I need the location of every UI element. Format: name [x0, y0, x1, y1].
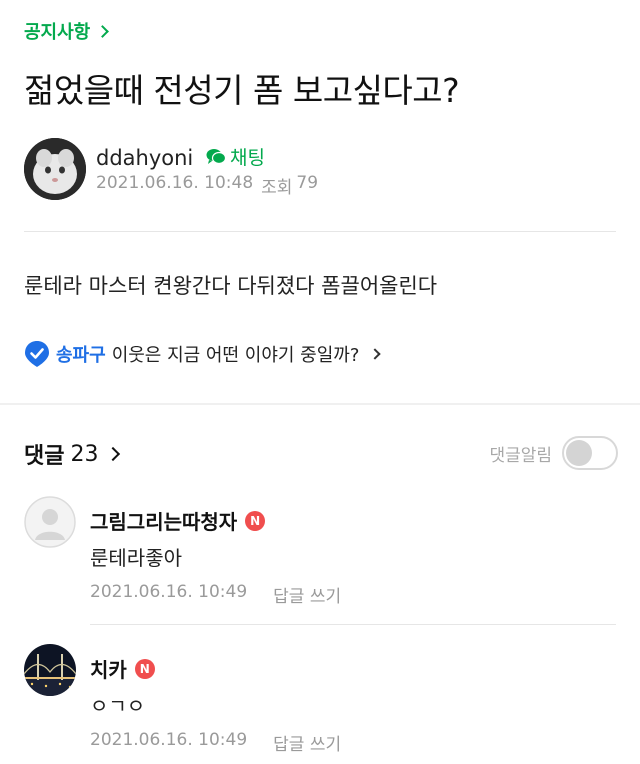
cat-avatar-image	[24, 138, 86, 200]
verified-location-icon	[25, 341, 49, 367]
new-badge: N	[245, 510, 266, 531]
reply-button[interactable]: 답글 쓰기	[273, 730, 341, 755]
post-body: 룬테라 마스터 켠왕간다 다뒤졌다 폼끌어올린다	[24, 274, 438, 298]
new-badge: N	[134, 658, 155, 679]
comment-item: 그림그리는따청자 N 룬테라좋아 2021.06.16. 10:49 답글 쓰기	[24, 496, 616, 616]
author-avatar[interactable]	[24, 138, 86, 200]
comment-date: 2021.06.16. 10:49	[90, 582, 248, 602]
views-label: 조회	[261, 178, 293, 198]
comment-author[interactable]: 치카	[90, 654, 127, 683]
chevron-right-icon	[106, 446, 121, 462]
comment-date: 2021.06.16. 10:49	[90, 730, 248, 750]
author-avatar[interactable]	[24, 644, 76, 696]
comment-author-row: 치카 N	[90, 654, 155, 683]
comment-text: ㅇㄱㅇ	[90, 694, 146, 718]
comment-divider	[90, 624, 616, 625]
author-name[interactable]: ddahyoni	[96, 146, 193, 170]
comment-author-row: 그림그리는따청자 N	[90, 506, 266, 535]
toggle-knob	[566, 440, 592, 466]
neighbor-location: 송파구	[56, 345, 106, 366]
chevron-right-icon	[96, 25, 110, 38]
chat-label: 채팅	[230, 147, 265, 169]
category-label: 공지사항	[24, 22, 91, 43]
default-avatar[interactable]	[24, 496, 76, 548]
comment-item: 치카 N ㅇㄱㅇ 2021.06.16. 10:49 답글 쓰기	[24, 644, 616, 764]
chat-bubble-icon	[206, 148, 226, 164]
comment-author[interactable]: 그림그리는따청자	[90, 506, 237, 535]
section-divider	[0, 403, 640, 405]
chevron-right-icon	[369, 348, 382, 360]
reply-button[interactable]: 답글 쓰기	[273, 582, 341, 607]
comment-text: 룬테라좋아	[90, 546, 182, 570]
comment-meta: 2021.06.16. 10:49 답글 쓰기	[90, 582, 341, 607]
comment-notify: 댓글알림	[489, 436, 618, 470]
comments-label: 댓글	[24, 444, 65, 469]
comments-header-link[interactable]: 댓글 23	[24, 438, 121, 470]
night-bridge-avatar-image	[24, 644, 76, 696]
neighbor-question: 이웃은 지금 어떤 이야기 중일까?	[111, 345, 360, 366]
notify-toggle[interactable]	[562, 436, 618, 470]
notify-label: 댓글알림	[489, 445, 552, 466]
comments-count: 23	[70, 441, 99, 467]
post-title: 젊었을때 전성기 폼 보고싶다고?	[24, 71, 460, 110]
post-date: 2021.06.16. 10:48	[96, 173, 254, 193]
chat-button[interactable]: 채팅	[206, 143, 265, 170]
post-meta: 2021.06.16. 10:48 조회 79	[96, 173, 318, 198]
views-count: 79	[296, 173, 319, 193]
neighbor-prompt-link[interactable]: 송파구 이웃은 지금 어떤 이야기 중일까?	[24, 340, 382, 368]
category-link[interactable]: 공지사항	[24, 18, 110, 44]
divider	[24, 231, 616, 232]
comment-meta: 2021.06.16. 10:49 답글 쓰기	[90, 730, 341, 755]
person-placeholder-icon	[24, 496, 76, 548]
